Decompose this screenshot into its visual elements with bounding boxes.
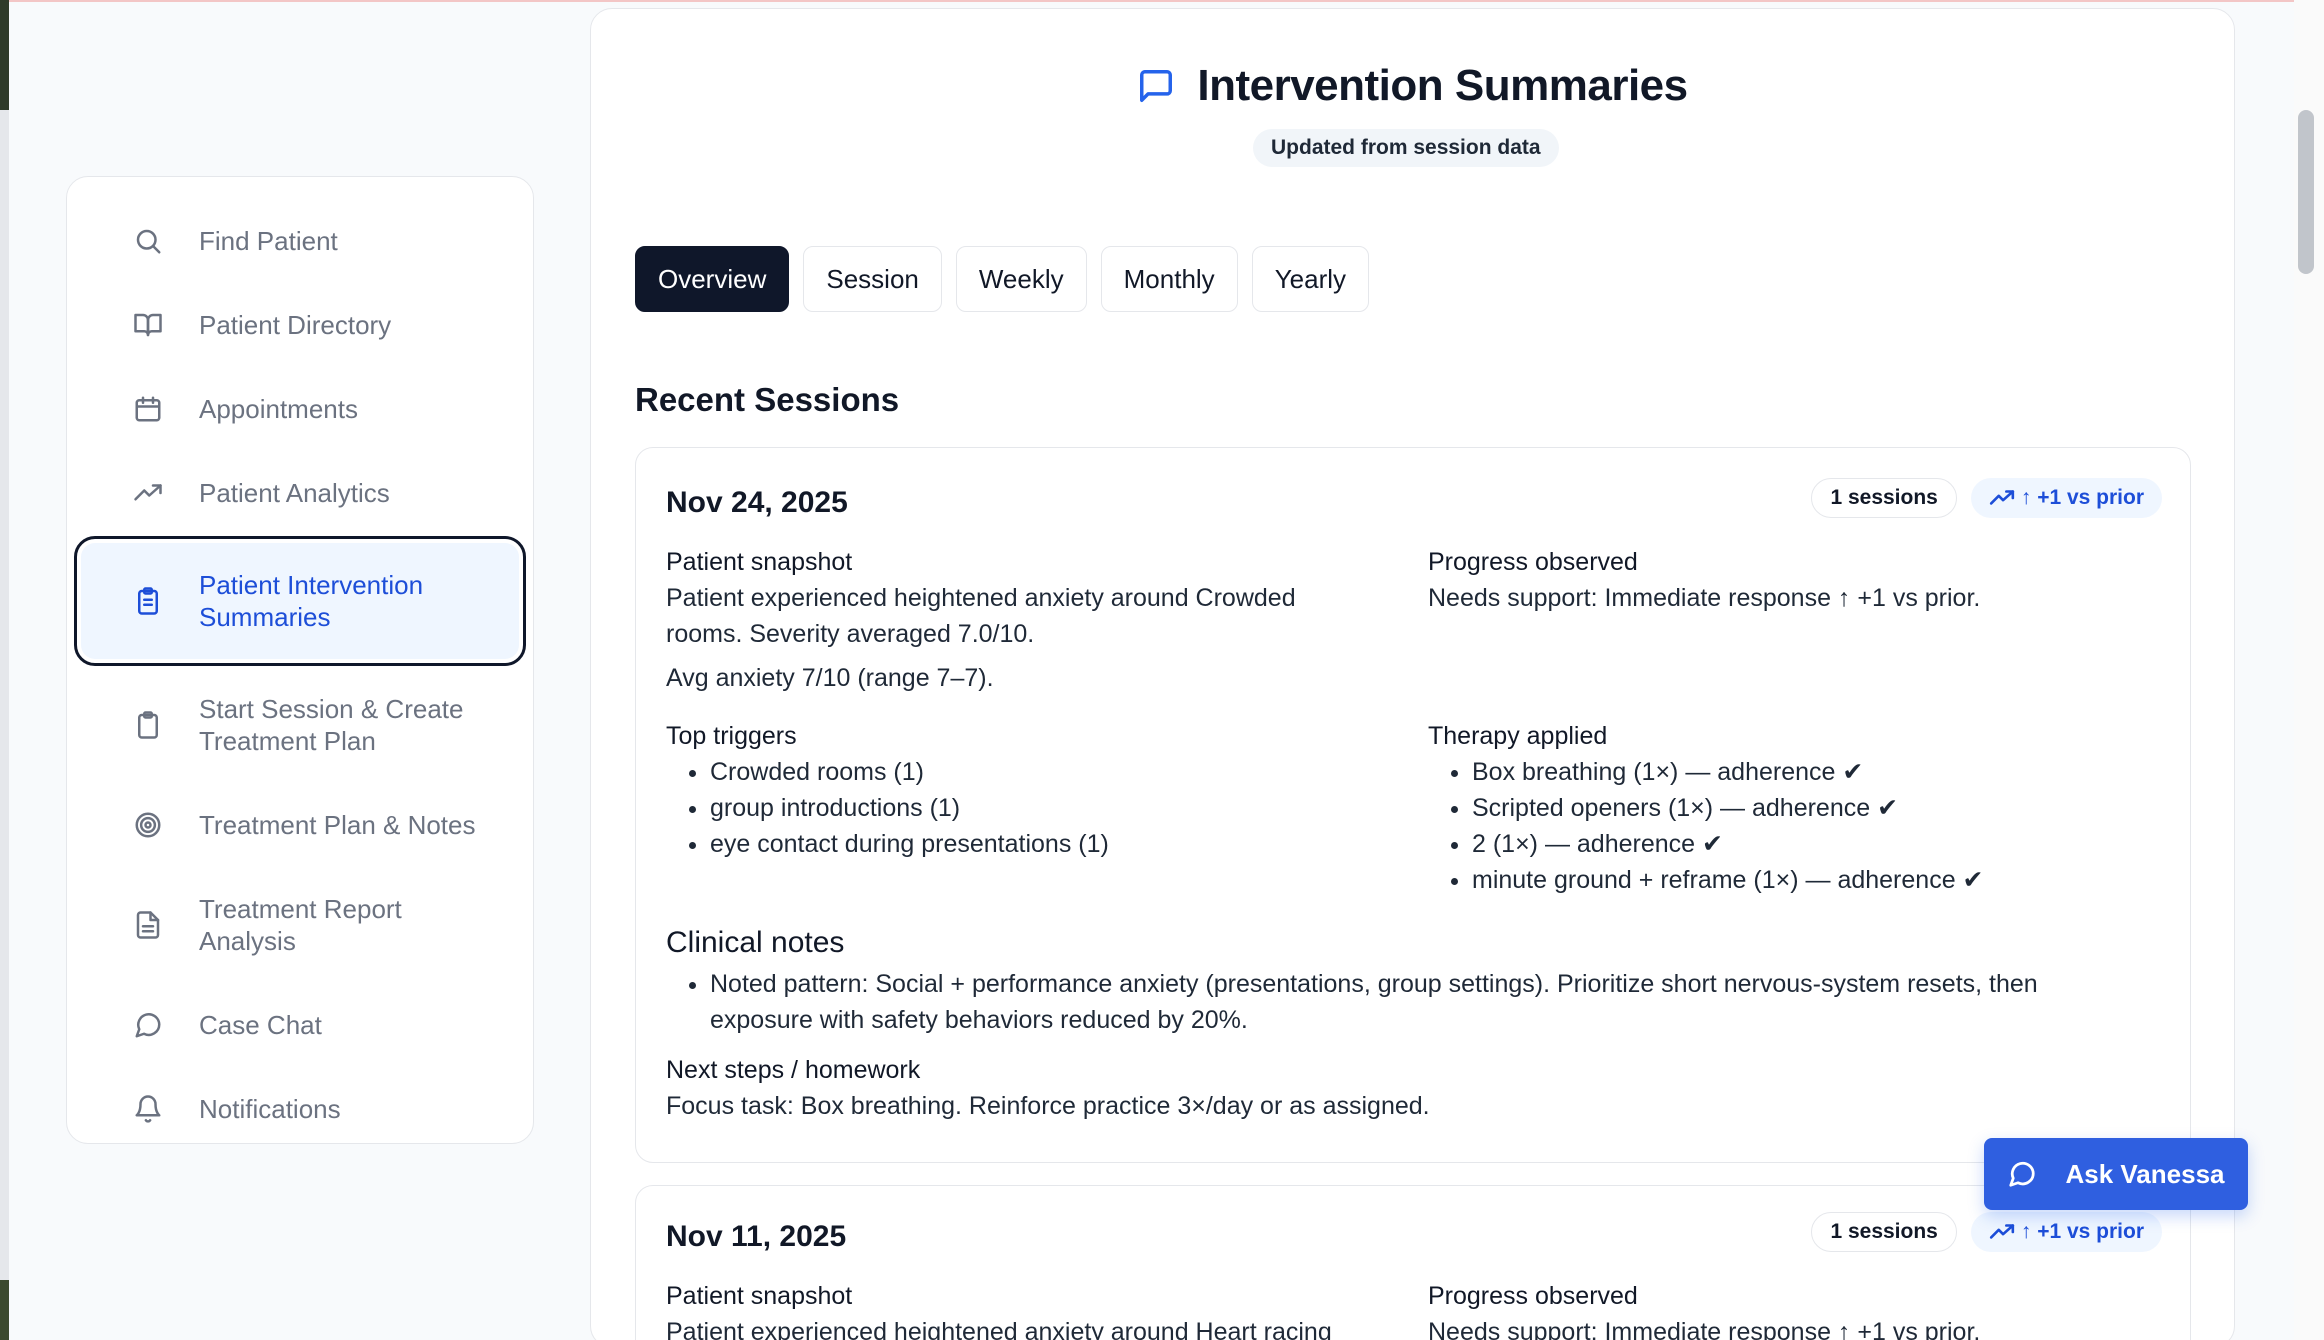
message-circle-icon bbox=[131, 1008, 165, 1042]
sidebar-item-label: Appointments bbox=[199, 394, 358, 424]
clinical-notes-heading: Clinical notes bbox=[666, 926, 845, 959]
sidebar-item-start-session[interactable]: Start Session & Create Treatment Plan bbox=[81, 667, 519, 783]
clinical-note-line: exposure with safety behaviors reduced b… bbox=[710, 1006, 1248, 1034]
progress-text: Needs support: Immediate response ↑ +1 v… bbox=[1428, 584, 1981, 612]
bell-icon bbox=[131, 1092, 165, 1126]
tab-weekly[interactable]: Weekly bbox=[955, 246, 1087, 312]
sidebar-item-notifications[interactable]: Notifications bbox=[81, 1067, 519, 1151]
section-title: Recent Sessions bbox=[635, 381, 900, 418]
ask-vanessa-button[interactable]: Ask Vanessa bbox=[1984, 1138, 2248, 1210]
trend-badge: ↑ +1 vs prior bbox=[1970, 1212, 2162, 1252]
next-steps: Next steps / homework Focus task: Box br… bbox=[666, 1052, 2166, 1124]
snapshot-avg: Avg anxiety 7/10 (range 7–7). bbox=[666, 664, 994, 692]
message-circle-icon bbox=[2009, 1161, 2036, 1187]
sidebar-item-label: Patient Directory bbox=[199, 310, 392, 340]
window-left-edge bbox=[0, 0, 9, 1340]
therapy-item: minute ground + reframe (1×) — adherence… bbox=[1472, 862, 2148, 898]
sidebar-item-label: Treatment Plan & Notes bbox=[199, 810, 476, 840]
session-badges: 1 sessions ↑ +1 vs prior bbox=[1797, 478, 2162, 518]
period-tabs: Overview Session Weekly Monthly Yearly bbox=[635, 246, 1383, 312]
progress-text: Needs support: Immediate response ↑ +1 v… bbox=[1428, 1318, 1981, 1340]
clipboard-icon bbox=[131, 708, 165, 742]
target-icon bbox=[131, 808, 165, 842]
sidebar-item-label: Find Patient bbox=[199, 226, 338, 256]
progress-heading: Progress observed bbox=[1428, 548, 1638, 576]
sidebar-item-patient-directory[interactable]: Patient Directory bbox=[81, 283, 519, 367]
session-badges: 1 sessions ↑ +1 vs prior bbox=[1797, 1212, 2162, 1252]
file-text-icon bbox=[131, 908, 165, 942]
page-title: Intervention Summaries bbox=[591, 61, 2234, 111]
progress-observed: Progress observed Needs support: Immedia… bbox=[1428, 544, 2148, 616]
message-square-icon bbox=[1137, 66, 1177, 106]
clipboard-list-icon bbox=[131, 584, 165, 618]
tab-overview[interactable]: Overview bbox=[635, 246, 790, 312]
progress-heading: Progress observed bbox=[1428, 1282, 1638, 1310]
next-steps-heading: Next steps / homework bbox=[666, 1056, 921, 1084]
snapshot-line: Patient experienced heightened anxiety a… bbox=[666, 1318, 1332, 1340]
sessions-count-badge: 1 sessions bbox=[1811, 478, 1957, 518]
trending-up-icon bbox=[1989, 1224, 2014, 1239]
trending-up-icon bbox=[131, 476, 165, 510]
sidebar-item-treatment-plan-notes[interactable]: Treatment Plan & Notes bbox=[81, 783, 519, 867]
session-date: Nov 24, 2025 bbox=[666, 486, 848, 519]
therapy-item: Scripted openers (1×) — adherence ✔ bbox=[1472, 790, 2148, 826]
sidebar-item-patient-intervention-summaries[interactable]: Patient Intervention Summaries bbox=[74, 536, 526, 666]
session-card: Nov 24, 2025 1 sessions ↑ +1 vs prior Pa… bbox=[635, 447, 2191, 1163]
page-title-text: Intervention Summaries bbox=[1197, 61, 1688, 110]
ask-vanessa-label: Ask Vanessa bbox=[2065, 1158, 2225, 1189]
therapy-heading: Therapy applied bbox=[1428, 722, 1608, 750]
sidebar-item-label: Patient Intervention Summaries bbox=[199, 570, 424, 632]
window-top-edge bbox=[0, 0, 2324, 2]
trigger-item: eye contact during presentations (1) bbox=[710, 826, 1366, 862]
therapy-item: 2 (1×) — adherence ✔ bbox=[1472, 826, 2148, 862]
snapshot-line: Patient experienced heightened anxiety a… bbox=[666, 584, 1296, 612]
sidebar-item-label: Case Chat bbox=[199, 1010, 322, 1040]
next-steps-text: Focus task: Box breathing. Reinforce pra… bbox=[666, 1092, 1430, 1120]
clinical-note-item: Noted pattern: Social + performance anxi… bbox=[710, 966, 2166, 1038]
calendar-icon bbox=[131, 392, 165, 426]
trigger-item: group introductions (1) bbox=[710, 790, 1366, 826]
snapshot-heading: Patient snapshot bbox=[666, 548, 853, 576]
trending-up-icon bbox=[1989, 490, 2014, 505]
sidebar-item-case-chat[interactable]: Case Chat bbox=[81, 983, 519, 1067]
session-date: Nov 11, 2025 bbox=[666, 1220, 847, 1253]
clinical-notes: Noted pattern: Social + performance anxi… bbox=[666, 966, 2166, 1038]
trend-badge-text: ↑ +1 vs prior bbox=[2020, 1220, 2144, 1243]
tab-session[interactable]: Session bbox=[803, 246, 942, 312]
patient-snapshot: Patient snapshot Patient experienced hei… bbox=[666, 544, 1366, 696]
therapy-applied: Therapy applied Box breathing (1×) — adh… bbox=[1428, 718, 2148, 898]
snapshot-heading: Patient snapshot bbox=[666, 1282, 853, 1310]
patient-snapshot: Patient snapshot Patient experienced hei… bbox=[666, 1278, 1386, 1340]
sidebar-item-label: Start Session & Create Treatment Plan bbox=[199, 694, 464, 756]
sidebar-item-label: Notifications bbox=[199, 1094, 341, 1124]
trend-badge-text: ↑ +1 vs prior bbox=[2020, 486, 2144, 509]
progress-observed: Progress observed Needs support: Immedia… bbox=[1428, 1278, 2148, 1340]
tab-monthly[interactable]: Monthly bbox=[1100, 246, 1238, 312]
tab-yearly[interactable]: Yearly bbox=[1251, 246, 1369, 312]
updated-pill: Updated from session data bbox=[1253, 129, 1559, 167]
snapshot-line: rooms. Severity averaged 7.0/10. bbox=[666, 620, 1035, 648]
sidebar-item-label: Patient Analytics bbox=[199, 478, 390, 508]
search-icon bbox=[131, 224, 165, 258]
sidebar-item-appointments[interactable]: Appointments bbox=[81, 367, 519, 451]
sidebar-item-treatment-report-analysis[interactable]: Treatment Report Analysis bbox=[81, 867, 519, 983]
book-open-icon bbox=[131, 308, 165, 342]
scrollbar-thumb[interactable] bbox=[2298, 110, 2314, 274]
trigger-item: Crowded rooms (1) bbox=[710, 754, 1366, 790]
sessions-count-badge: 1 sessions bbox=[1811, 1212, 1957, 1252]
sidebar-item-find-patient[interactable]: Find Patient bbox=[81, 199, 519, 283]
sidebar-item-patient-analytics[interactable]: Patient Analytics bbox=[81, 451, 519, 535]
triggers-heading: Top triggers bbox=[666, 722, 797, 750]
session-card: Nov 11, 2025 1 sessions ↑ +1 vs prior Pa… bbox=[635, 1185, 2191, 1340]
sidebar-item-label: Treatment Report Analysis bbox=[199, 894, 402, 956]
trend-badge: ↑ +1 vs prior bbox=[1970, 478, 2162, 518]
sidebar-nav: Find Patient Patient Directory Appointme… bbox=[66, 176, 534, 1144]
clinical-note-line: Noted pattern: Social + performance anxi… bbox=[710, 970, 2038, 998]
therapy-item: Box breathing (1×) — adherence ✔ bbox=[1472, 754, 2148, 790]
top-triggers: Top triggers Crowded rooms (1) group int… bbox=[666, 718, 1366, 862]
